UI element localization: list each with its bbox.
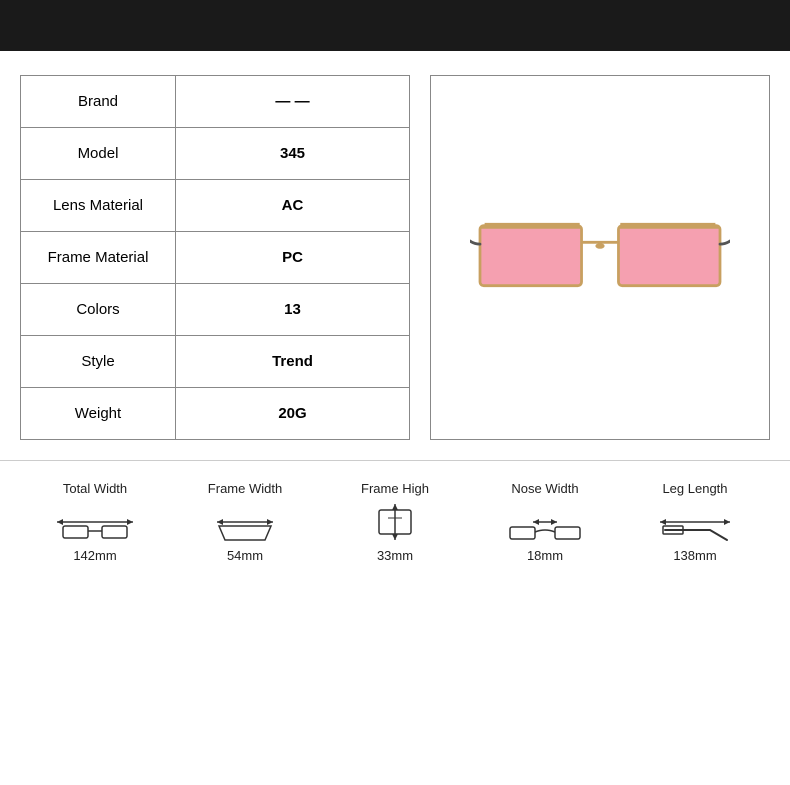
table-label-1: Model [21,128,176,180]
table-row: Style Trend [21,336,410,388]
measure-label-total-width: Total Width [63,481,127,496]
measure-item-frame-width: Frame Width 54mm [180,481,310,563]
product-info-table: Brand — — Model 345 Lens Material AC Fra… [20,75,410,440]
measure-item-nose-width: Nose Width 18mm [480,481,610,563]
measure-value-frame-high: 33mm [377,548,413,563]
table-row: Lens Material AC [21,180,410,232]
table-row: Weight 20G [21,388,410,440]
table-row: Colors 13 [21,284,410,336]
page-header [0,0,790,51]
table-value-0: — — [176,76,410,128]
measure-value-leg-length: 138mm [673,548,716,563]
measurements-section: Total Width 142mm Frame Width [0,460,790,573]
table-row: Model 345 [21,128,410,180]
measure-value-frame-width: 54mm [227,548,263,563]
table-value-1: 345 [176,128,410,180]
table-row: Brand — — [21,76,410,128]
table-value-5: Trend [176,336,410,388]
measure-item-frame-high: Frame High 33mm [330,481,460,563]
measure-value-total-width: 142mm [73,548,116,563]
measure-label-nose-width: Nose Width [511,481,578,496]
measure-label-frame-width: Frame Width [208,481,282,496]
table-label-2: Lens Material [21,180,176,232]
measure-label-leg-length: Leg Length [662,481,727,496]
measure-icon-leg-length [655,502,735,542]
measure-item-total-width: Total Width 142mm [30,481,160,563]
table-label-5: Style [21,336,176,388]
measure-icon-nose-width [505,502,585,542]
product-image [470,198,730,318]
measure-value-nose-width: 18mm [527,548,563,563]
table-value-3: PC [176,232,410,284]
table-label-6: Weight [21,388,176,440]
table-value-2: AC [176,180,410,232]
measure-label-frame-high: Frame High [361,481,429,496]
measure-icon-total-width [55,502,135,542]
product-image-box [430,75,770,440]
table-label-0: Brand [21,76,176,128]
table-label-4: Colors [21,284,176,336]
table-value-4: 13 [176,284,410,336]
table-value-6: 20G [176,388,410,440]
table-label-3: Frame Material [21,232,176,284]
measure-item-leg-length: Leg Length 138mm [630,481,760,563]
main-content: Brand — — Model 345 Lens Material AC Fra… [0,51,790,450]
measure-icon-frame-width [205,502,285,542]
table-row: Frame Material PC [21,232,410,284]
measure-icon-frame-high [355,502,435,542]
